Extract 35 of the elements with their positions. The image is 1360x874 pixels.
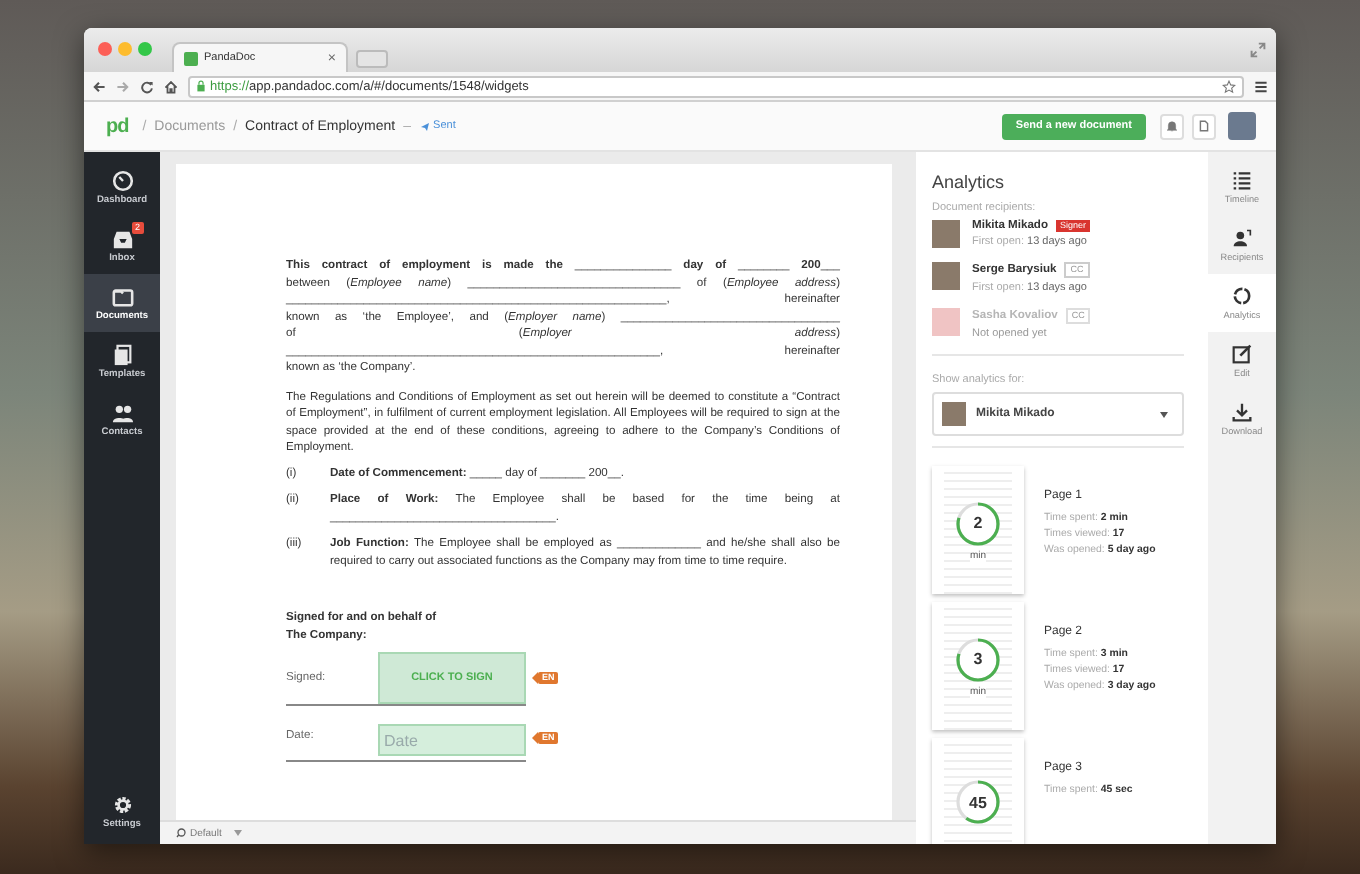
favicon-icon — [184, 51, 198, 65]
caret-icon — [233, 830, 242, 836]
paper-plane-icon — [419, 121, 430, 131]
menu-icon[interactable] — [1254, 79, 1268, 93]
list-icon — [1232, 170, 1252, 190]
window-close-button[interactable] — [98, 41, 112, 55]
reload-icon[interactable] — [140, 79, 154, 93]
date-field[interactable]: Date — [378, 724, 526, 756]
time-value: 45 — [969, 793, 987, 811]
download-icon — [1232, 402, 1252, 422]
time-value: 2 — [973, 514, 983, 532]
document-button[interactable] — [1192, 113, 1216, 139]
gauge-icon — [111, 169, 133, 191]
document-stack-icon — [111, 343, 133, 365]
people-icon — [111, 401, 133, 423]
ring-icon — [1232, 286, 1252, 306]
bookmark-star-icon[interactable] — [1222, 79, 1236, 93]
edit-icon — [1232, 344, 1252, 364]
inbox-tray-icon — [111, 227, 133, 249]
panel-title: Analytics — [932, 172, 1007, 192]
time-value: 3 — [973, 650, 983, 668]
person-icon — [1232, 228, 1252, 248]
bell-icon — [1166, 120, 1178, 132]
avatar — [942, 402, 966, 426]
bell-button[interactable] — [1160, 113, 1184, 139]
lock-icon — [196, 80, 206, 92]
caret-icon — [1160, 411, 1168, 417]
document-icon — [1198, 120, 1210, 132]
fullscreen-icon[interactable] — [1250, 42, 1266, 58]
back-icon[interactable] — [92, 79, 106, 93]
page-thumbnail[interactable]: 45 — [932, 738, 1024, 844]
speech-bubble-icon — [176, 828, 186, 838]
folder-icon — [111, 285, 133, 307]
gear-icon — [111, 793, 133, 815]
home-icon[interactable] — [164, 79, 178, 93]
